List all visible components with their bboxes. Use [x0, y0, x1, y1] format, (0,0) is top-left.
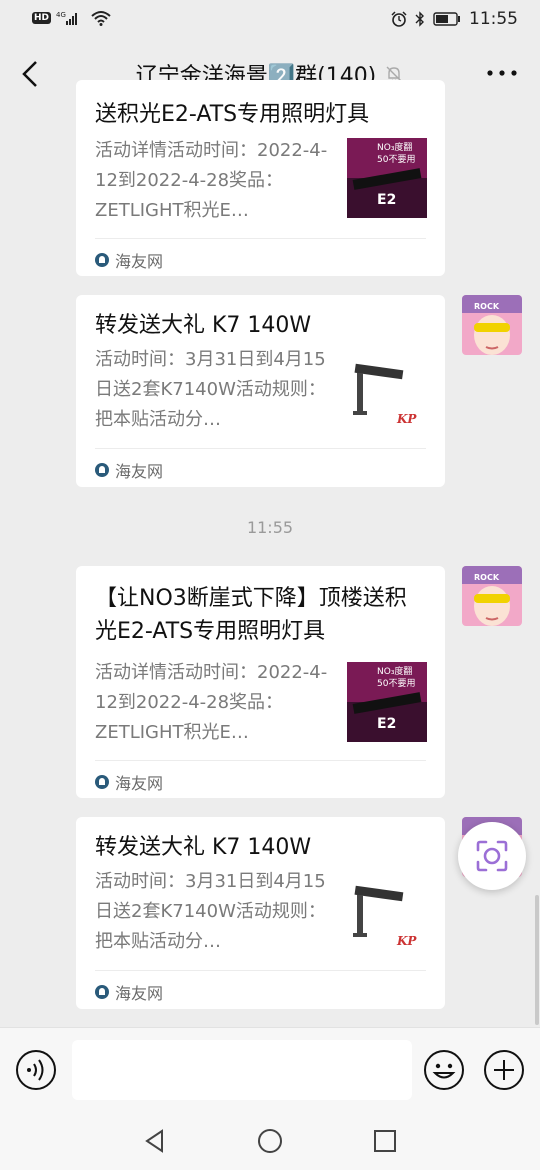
- link-card[interactable]: 转发送大礼 K7 140W 活动时间：3月31日到4月15日送2套K7140W活…: [76, 817, 445, 1009]
- svg-text:KP: KP: [396, 934, 417, 948]
- card-title: 送积光E2-ATS专用照明灯具: [95, 102, 370, 127]
- link-card[interactable]: 【让NO3断崖式下降】顶楼送积光E2-ATS专用照明灯具 活动详情活动时间：20…: [76, 566, 445, 798]
- link-card[interactable]: 送积光E2-ATS专用照明灯具 活动详情活动时间：2022-4-12到2022-…: [76, 80, 445, 276]
- add-more-icon[interactable]: [483, 1049, 525, 1091]
- bluetooth-icon: [415, 11, 424, 27]
- card-title: 转发送大礼 K7 140W: [95, 835, 312, 860]
- more-options-icon[interactable]: [482, 58, 522, 88]
- message-input[interactable]: [72, 1040, 412, 1100]
- emoji-icon[interactable]: [423, 1049, 465, 1091]
- card-description: 活动详情活动时间：2022-4-12到2022-4-28奖品：ZETLIGHT积…: [95, 140, 328, 221]
- svg-text:50不要用: 50不要用: [377, 678, 415, 689]
- alarm-icon: [391, 11, 407, 27]
- source-label: 海友网: [115, 984, 164, 1003]
- source-label: 海友网: [115, 462, 164, 481]
- svg-text:4G: 4G: [56, 11, 66, 19]
- card-thumbnail: KP: [347, 353, 427, 433]
- card-description: 活动详情活动时间：2022-4-12到2022-4-28奖品：ZETLIGHT积…: [95, 662, 328, 743]
- svg-text:ROCK: ROCK: [474, 573, 500, 582]
- link-card[interactable]: 转发送大礼 K7 140W 活动时间：3月31日到4月15日送2套K7140W活…: [76, 295, 445, 487]
- voice-input-icon[interactable]: [15, 1049, 57, 1091]
- source-logo-icon: [95, 463, 109, 477]
- card-source: 海友网: [95, 458, 163, 482]
- nav-recents-icon[interactable]: [370, 1126, 400, 1156]
- source-label: 海友网: [115, 774, 164, 793]
- svg-text:E2: E2: [377, 192, 396, 208]
- system-nav-bar: [0, 1110, 540, 1170]
- clock: 11:55: [469, 9, 518, 29]
- card-title: 【让NO3断崖式下降】顶楼送积光E2-ATS专用照明灯具: [95, 586, 407, 644]
- card-source: 海友网: [95, 980, 163, 1004]
- input-bar: [0, 1027, 540, 1111]
- scan-icon: [476, 840, 508, 872]
- svg-text:NO₃度翻: NO₃度翻: [377, 665, 412, 677]
- signal-icon: 4G: [56, 11, 78, 25]
- hd-badge: HD: [32, 12, 52, 24]
- nav-home-icon[interactable]: [255, 1126, 285, 1156]
- card-source: 海友网: [95, 770, 163, 794]
- battery-icon: [433, 12, 460, 26]
- card-description: 活动时间：3月31日到4月15日送2套K7140W活动规则：把本贴活动分…: [95, 349, 326, 430]
- card-divider: [95, 238, 426, 239]
- card-divider: [95, 970, 426, 971]
- card-title: 转发送大礼 K7 140W: [95, 313, 312, 338]
- source-logo-icon: [95, 775, 109, 789]
- card-thumbnail: NO₃度翻 50不要用 E2: [347, 138, 427, 218]
- source-logo-icon: [95, 985, 109, 999]
- timestamp: 11:55: [246, 518, 294, 537]
- source-label: 海友网: [115, 252, 164, 271]
- svg-text:E2: E2: [377, 716, 396, 732]
- card-thumbnail: NO₃度翻 50不要用 E2: [347, 662, 427, 742]
- avatar[interactable]: ROCK: [462, 295, 522, 355]
- svg-text:50不要用: 50不要用: [377, 154, 415, 165]
- card-description: 活动时间：3月31日到4月15日送2套K7140W活动规则：把本贴活动分…: [95, 871, 326, 952]
- card-thumbnail: KP: [347, 875, 427, 955]
- wifi-icon: [91, 11, 111, 26]
- svg-text:KP: KP: [396, 412, 417, 426]
- card-divider: [95, 760, 426, 761]
- svg-text:NO₃度翻: NO₃度翻: [377, 141, 412, 153]
- svg-text:ROCK: ROCK: [474, 302, 500, 311]
- source-logo-icon: [95, 253, 109, 267]
- card-divider: [95, 448, 426, 449]
- scrollbar[interactable]: [535, 895, 539, 1025]
- nav-back-icon[interactable]: [140, 1126, 170, 1156]
- status-bar: HD 4G 11:55: [0, 0, 540, 38]
- card-source: 海友网: [95, 248, 163, 272]
- avatar[interactable]: ROCK: [462, 566, 522, 626]
- floating-scan-button[interactable]: [458, 822, 526, 890]
